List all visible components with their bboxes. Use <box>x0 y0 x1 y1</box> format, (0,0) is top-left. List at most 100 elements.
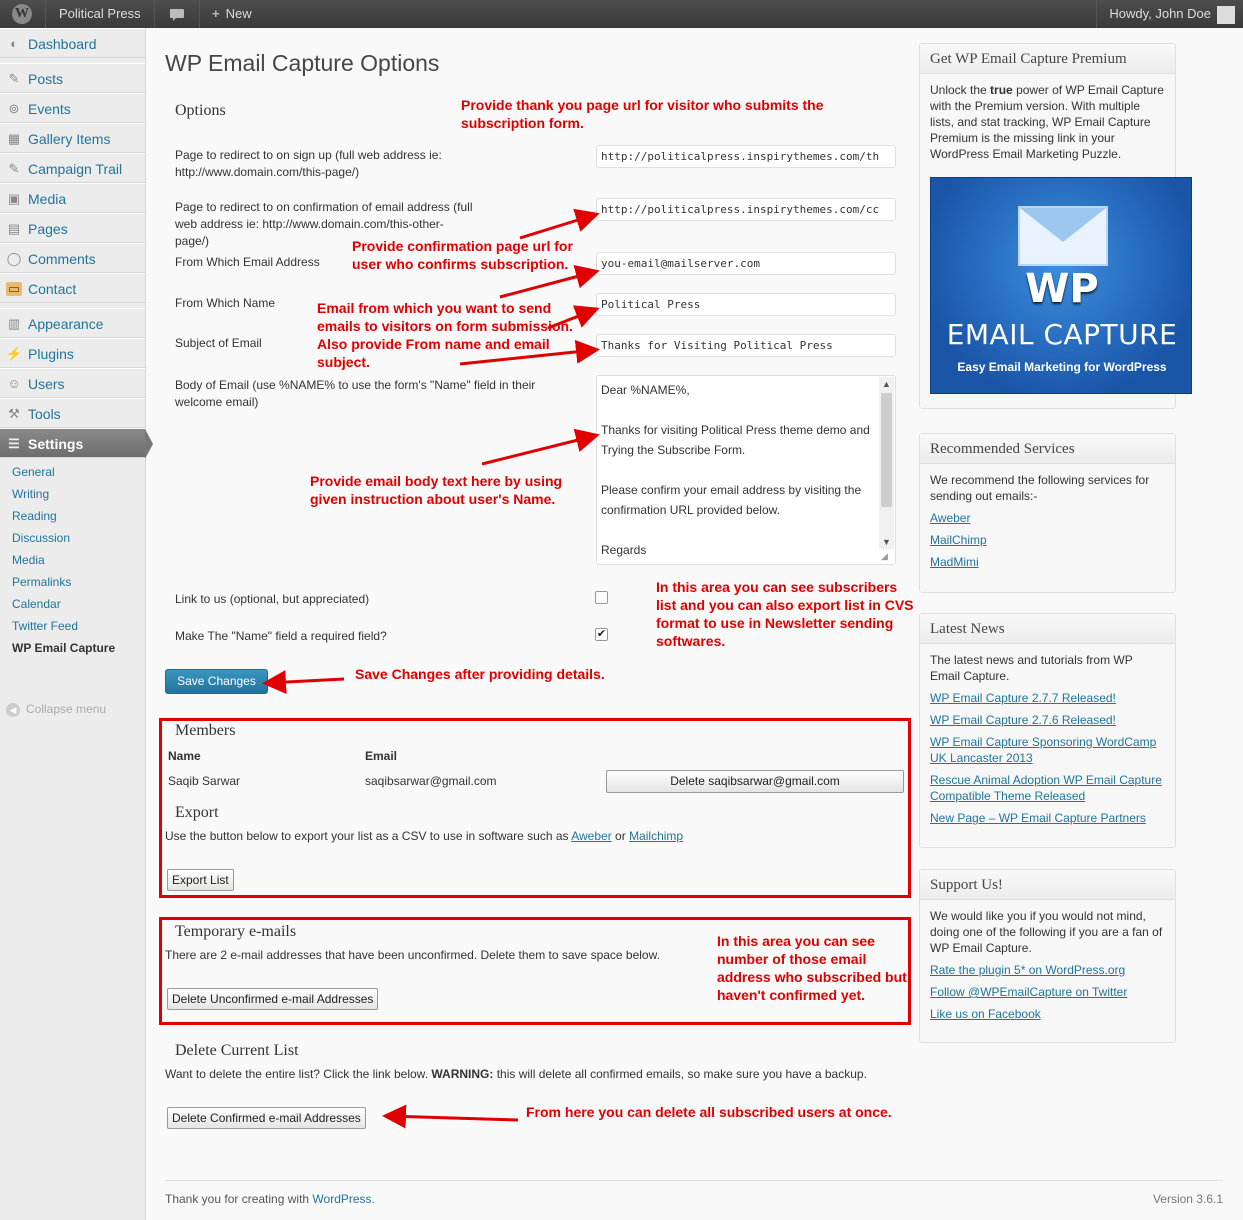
premium-text-bold: true <box>990 83 1013 97</box>
footer-thanks-text: Thank you for creating with <box>165 1192 310 1206</box>
arrow-confirmation <box>519 208 600 240</box>
collapse-menu-button[interactable]: ◀ Collapse menu <box>6 702 106 717</box>
submenu-wp-email-capture[interactable]: WP Email Capture <box>12 637 115 659</box>
submenu-media[interactable]: Media <box>12 549 45 571</box>
delete-member-button[interactable]: Delete saqibsarwar@gmail.com <box>606 770 904 793</box>
footer-wordpress-link[interactable]: WordPress. <box>312 1192 374 1206</box>
submenu-calendar[interactable]: Calendar <box>12 593 61 615</box>
menu-events[interactable]: ⊚ Events <box>0 93 145 123</box>
pin-icon: ✎ <box>8 161 20 176</box>
annotation-unconfirmed: In this area you can see number of those… <box>717 933 907 1003</box>
menu-users[interactable]: ☺ Users <box>0 368 145 398</box>
support-rate-link[interactable]: Rate the plugin 5* on WordPress.org <box>930 962 1165 978</box>
resize-grip-icon[interactable]: ◢ <box>881 550 893 562</box>
tools-icon: ⚒ <box>8 406 20 421</box>
menu-dashboard[interactable]: ◐ Dashboard <box>0 28 145 58</box>
recommended-text: We recommend the following services for … <box>930 473 1150 503</box>
menu-tools[interactable]: ⚒ Tools <box>0 398 145 428</box>
from-name-input[interactable]: Political Press <box>596 293 896 316</box>
plus-icon: + <box>212 6 220 21</box>
menu-appearance[interactable]: ▥ Appearance <box>0 308 145 338</box>
subject-input[interactable]: Thanks for Visiting Political Press <box>596 334 896 357</box>
premium-text: Unlock the true power of WP Email Captur… <box>920 74 1175 170</box>
body-textarea[interactable]: Dear %NAME%, Thanks for visiting Politic… <box>596 375 896 565</box>
premium-text-before: Unlock the <box>930 83 987 97</box>
wordpress-logo-icon[interactable]: W <box>0 0 46 28</box>
redirect-signup-input[interactable]: http://politicalpress.inspirythemes.com/… <box>596 145 896 168</box>
submenu-twitter-feed[interactable]: Twitter Feed <box>12 615 78 637</box>
recommended-madmimi-link[interactable]: MadMimi <box>930 554 1165 570</box>
body-label: Body of Email (use %NAME% to use the for… <box>175 378 536 409</box>
delete-unconfirmed-button[interactable]: Delete Unconfirmed e-mail Addresses <box>167 988 379 1010</box>
menu-label: Pages <box>28 221 68 237</box>
annotation-thank-you: Provide thank you page url for visitor w… <box>461 97 824 131</box>
menu-media[interactable]: ▣ Media <box>0 183 145 213</box>
menu-campaign-trail[interactable]: ✎ Campaign Trail <box>0 153 145 183</box>
news-link[interactable]: New Page – WP Email Capture Partners <box>930 810 1165 826</box>
menu-label: Gallery Items <box>28 131 111 147</box>
save-changes-button[interactable]: Save Changes <box>165 669 268 694</box>
recommended-mailchimp-link[interactable]: MailChimp <box>930 532 1165 548</box>
menu-pages[interactable]: ▤ Pages <box>0 213 145 243</box>
submenu-discussion[interactable]: Discussion <box>12 527 70 549</box>
textarea-scrollbar[interactable]: ▲ ▼ <box>879 377 894 549</box>
account-menu[interactable]: Howdy, John Doe <box>1096 0 1243 28</box>
submenu-writing[interactable]: Writing <box>12 483 49 505</box>
media-icon: ▣ <box>7 191 21 206</box>
email-capture-premium-banner[interactable]: WP EMAIL CAPTURE Easy Email Marketing fo… <box>930 177 1192 394</box>
redirect-confirm-input[interactable]: http://politicalpress.inspirythemes.com/… <box>596 198 896 221</box>
news-link[interactable]: WP Email Capture 2.7.7 Released! <box>930 690 1165 706</box>
menu-gallery-items[interactable]: ▦ Gallery Items <box>0 123 145 153</box>
name-required-checkbox[interactable]: ✔ <box>595 628 608 641</box>
menu-comments[interactable]: ◯ Comments <box>0 243 145 273</box>
comments-icon[interactable] <box>155 0 200 28</box>
scroll-up-icon[interactable]: ▲ <box>879 377 894 391</box>
latest-news-heading: Latest News <box>920 614 1175 644</box>
news-link[interactable]: WP Email Capture 2.7.6 Released! <box>930 712 1165 728</box>
delete-confirmed-button[interactable]: Delete Confirmed e-mail Addresses <box>167 1107 366 1129</box>
export-heading: Export <box>175 804 219 821</box>
members-col-name: Name <box>168 749 201 763</box>
submenu-permalinks[interactable]: Permalinks <box>12 571 71 593</box>
support-twitter-link[interactable]: Follow @WPEmailCapture on Twitter <box>930 984 1165 1000</box>
member-email: saqibsarwar@gmail.com <box>365 774 497 788</box>
menu-contact[interactable]: ▭ Contact <box>0 273 145 303</box>
export-text: Use the button below to export your list… <box>165 829 683 843</box>
menu-settings[interactable]: ☰ Settings <box>0 428 153 459</box>
menu-posts[interactable]: ✎ Posts <box>0 63 145 93</box>
submenu-reading[interactable]: Reading <box>12 505 57 527</box>
temporary-heading: Temporary e-mails <box>175 923 297 940</box>
annotation-confirmation: Provide confirmation page url for user w… <box>352 238 573 272</box>
export-mailchimp-link[interactable]: Mailchimp <box>629 829 683 843</box>
footer-thanks: Thank you for creating with WordPress. <box>165 1192 375 1206</box>
menu-label: Events <box>28 101 71 117</box>
export-aweber-link[interactable]: Aweber <box>571 829 611 843</box>
from-email-input[interactable]: you-email@mailserver.com <box>596 252 896 275</box>
link-to-us-label: Link to us (optional, but appreciated) <box>175 592 370 606</box>
export-list-button[interactable]: Export List <box>167 869 234 891</box>
menu-label: Dashboard <box>28 36 97 52</box>
news-link[interactable]: Rescue Animal Adoption WP Email Capture … <box>930 772 1165 804</box>
link-to-us-checkbox[interactable] <box>595 591 608 604</box>
collapse-arrow-icon: ◀ <box>6 703 20 717</box>
name-required-label: Make The "Name" field a required field? <box>175 629 387 643</box>
site-name-link[interactable]: Political Press <box>46 0 155 28</box>
delete-list-text: Want to delete the entire list? Click th… <box>165 1067 867 1081</box>
members-highlight-box <box>159 718 911 898</box>
menu-label: Comments <box>28 251 96 267</box>
delete-list-heading: Delete Current List <box>175 1042 299 1059</box>
scroll-down-icon[interactable]: ▼ <box>879 535 894 549</box>
recommended-aweber-link[interactable]: Aweber <box>930 510 1165 526</box>
users-icon: ☺ <box>7 376 21 391</box>
submenu-general[interactable]: General <box>12 461 55 483</box>
new-content-button[interactable]: + New <box>200 0 264 28</box>
news-link[interactable]: WP Email Capture Sponsoring WordCamp UK … <box>930 734 1165 766</box>
menu-label: Users <box>28 376 65 392</box>
members-col-email: Email <box>365 749 398 763</box>
scroll-thumb[interactable] <box>881 393 892 507</box>
support-facebook-link[interactable]: Like us on Facebook <box>930 1006 1165 1022</box>
howdy-text: Howdy, John Doe <box>1109 6 1211 21</box>
menu-plugins[interactable]: ⚡ Plugins <box>0 338 145 368</box>
redirect-signup-label: Page to redirect to on sign up (full web… <box>175 148 442 179</box>
admin-bar: W Political Press + New Howdy, John Doe <box>0 0 1243 28</box>
